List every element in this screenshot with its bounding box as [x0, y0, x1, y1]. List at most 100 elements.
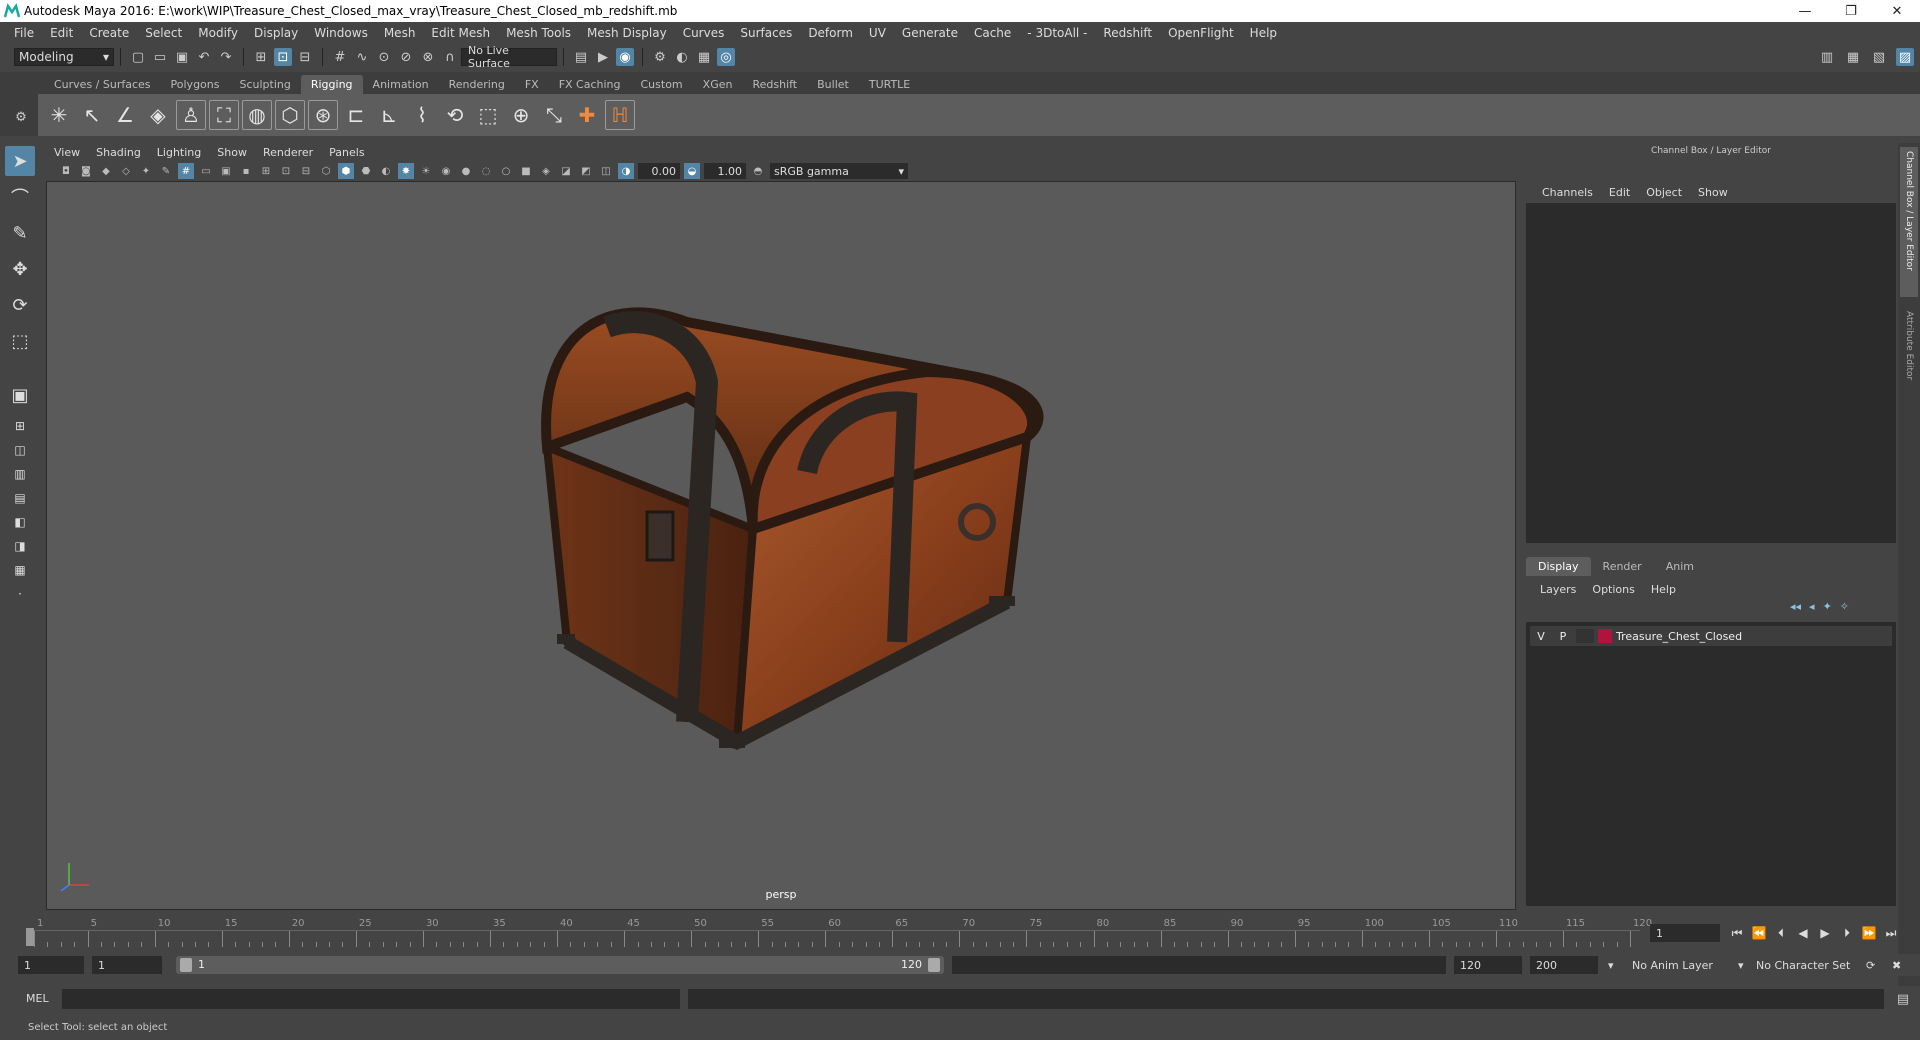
xray-icon[interactable]: ◈	[538, 163, 554, 179]
render-view-icon[interactable]: ▶	[594, 48, 612, 66]
channel-box-list[interactable]	[1526, 203, 1896, 543]
current-time-marker[interactable]	[26, 928, 34, 946]
anim-layer-dropdown[interactable]: No Anim Layer	[1628, 956, 1748, 974]
menu-edit-mesh[interactable]: Edit Mesh	[423, 26, 498, 40]
attribute-editor-icon[interactable]: ▦	[1844, 48, 1862, 66]
tool-settings-icon[interactable]: ▧	[1870, 48, 1888, 66]
select-component-icon[interactable]: ⊟	[296, 48, 314, 66]
open-scene-icon[interactable]: ▭	[151, 48, 169, 66]
layer-tab-display[interactable]: Display	[1526, 557, 1591, 576]
snap-grid-icon[interactable]: #	[331, 48, 349, 66]
exposure-field[interactable]: 0.00	[638, 163, 680, 179]
side-by-side-icon[interactable]: ◫	[5, 440, 35, 460]
new-empty-layer-icon[interactable]: ✦	[1823, 600, 1832, 613]
wireframe-on-shaded-icon[interactable]: ⬣	[358, 163, 374, 179]
render-sequence-icon[interactable]: ▦	[695, 48, 713, 66]
shelf-tab-rigging[interactable]: Rigging	[300, 75, 363, 94]
lasso-tool-icon[interactable]: ⌒	[5, 182, 35, 212]
smooth-shade-icon[interactable]: ⬢	[338, 163, 354, 179]
isolate-select-icon[interactable]: ■	[518, 163, 534, 179]
animation-prefs-icon[interactable]: ✖	[1888, 956, 1908, 974]
aim-constraint-icon[interactable]: ⊕	[506, 100, 536, 130]
time-slider[interactable]: 1 5 10 15 20 25 30 35 40 45 50 55 60 65 70 75 80 85 90 95 10…	[22, 916, 1652, 947]
layer-tab-render[interactable]: Render	[1591, 557, 1654, 576]
channel-box-menu-object[interactable]: Object	[1638, 186, 1690, 199]
channel-box-icon[interactable]: ▨	[1896, 48, 1914, 66]
command-input[interactable]	[62, 989, 680, 1009]
snap-point-icon[interactable]: ⊙	[375, 48, 393, 66]
menu-mesh-tools[interactable]: Mesh Tools	[498, 26, 579, 40]
viewport-menu-show[interactable]: Show	[209, 146, 255, 159]
shelf-tab-bullet[interactable]: Bullet	[807, 75, 859, 94]
select-object-icon[interactable]: ⊡	[274, 48, 292, 66]
magnet-icon[interactable]: ∩	[441, 48, 459, 66]
grease-pencil-icon[interactable]: ✎	[158, 163, 174, 179]
menu-set-selector[interactable]: Modeling ▾	[14, 48, 114, 66]
gamma-icon[interactable]: ◒	[684, 163, 700, 179]
textured-icon[interactable]: ◐	[378, 163, 394, 179]
shelf-tab-rendering[interactable]: Rendering	[439, 75, 515, 94]
current-frame-field[interactable]: 1	[1650, 924, 1720, 942]
hik-character-icon[interactable]: ℍ	[605, 100, 635, 130]
menu-cache[interactable]: Cache	[966, 26, 1019, 40]
menu-display[interactable]: Display	[246, 26, 306, 40]
orient-constraint-icon[interactable]: ⟲	[440, 100, 470, 130]
pole-vector-icon[interactable]: ⤡	[539, 100, 569, 130]
bind-skin-icon[interactable]: ⛶	[209, 100, 239, 130]
playback-end-field[interactable]: 120	[1454, 956, 1522, 974]
shelf-settings-icon[interactable]: ⚙	[12, 108, 30, 126]
field-chart-icon[interactable]: ⊞	[258, 163, 274, 179]
shelf-tab-fx[interactable]: FX	[515, 75, 549, 94]
ipr-render-icon[interactable]: ◉	[616, 48, 634, 66]
redshift-render-icon[interactable]: ◎	[717, 48, 735, 66]
live-surface-field[interactable]: No Live Surface	[461, 44, 557, 70]
parent-constraint-icon[interactable]: ⊾	[374, 100, 404, 130]
cluster-icon[interactable]: ⊛	[308, 100, 338, 130]
custom-layout-icon[interactable]: ▦	[5, 560, 35, 580]
menu-curves[interactable]: Curves	[675, 26, 733, 40]
move-layer-down-icon[interactable]: ◂	[1809, 600, 1815, 613]
construction-history-icon[interactable]: ▤	[572, 48, 590, 66]
menu-edit[interactable]: Edit	[42, 26, 81, 40]
exposure-icon[interactable]: ◑	[618, 163, 634, 179]
persp-graph-icon[interactable]: ▤	[5, 488, 35, 508]
depth-of-field-icon[interactable]: ○	[498, 163, 514, 179]
side-tab-channel-box[interactable]: Channel Box / Layer Editor	[1900, 147, 1918, 297]
layer-row[interactable]: V P Treasure_Chest_Closed	[1530, 626, 1892, 646]
paint-select-icon[interactable]: ✎	[5, 218, 35, 248]
channel-box-menu-channels[interactable]: Channels	[1534, 186, 1601, 199]
insert-joint-icon[interactable]: ↖	[77, 100, 107, 130]
lattice-icon[interactable]: ⬡	[275, 100, 305, 130]
range-start-handle[interactable]	[180, 958, 192, 972]
persp-viewport[interactable]: persp	[46, 181, 1516, 910]
step-forward-frame-icon[interactable]: ⏩	[1860, 924, 1878, 942]
menu-create[interactable]: Create	[81, 26, 137, 40]
shelf-tab-turtle[interactable]: TURTLE	[859, 75, 920, 94]
ik-handle-icon[interactable]: ∠	[110, 100, 140, 130]
ik-spline-icon[interactable]: ◈	[143, 100, 173, 130]
time-slider-track[interactable]: 1 5 10 15 20 25 30 35 40 45 50 55 60 65 70 75 80 85 90 95 10…	[30, 918, 1652, 947]
layer-menu-layers[interactable]: Layers	[1532, 583, 1584, 596]
shelf-tab-custom[interactable]: Custom	[631, 75, 693, 94]
layer-color-swatch[interactable]	[1598, 629, 1612, 643]
viewport-menu-shading[interactable]: Shading	[88, 146, 149, 159]
scale-tool-icon[interactable]: ⬚	[5, 326, 35, 356]
hypershade-icon[interactable]: ◐	[673, 48, 691, 66]
snap-curve-icon[interactable]: ∿	[353, 48, 371, 66]
layer-visibility-toggle[interactable]: V	[1530, 630, 1552, 643]
bookmark-icon[interactable]: ◆	[98, 163, 114, 179]
multisample-icon[interactable]: ◌	[478, 163, 494, 179]
motion-blur-icon[interactable]: ●	[458, 163, 474, 179]
smooth-bind-icon[interactable]: ◍	[242, 100, 272, 130]
point-constraint-icon[interactable]: ⌇	[407, 100, 437, 130]
camera-select-icon[interactable]: ◘	[58, 163, 74, 179]
render-settings-icon[interactable]: ⚙	[651, 48, 669, 66]
character-set-dropdown[interactable]: No Character Set	[1752, 956, 1862, 974]
command-language-label[interactable]: MEL	[26, 992, 49, 1005]
shelf-tab-redshift[interactable]: Redshift	[742, 75, 807, 94]
menu-redshift[interactable]: Redshift	[1095, 26, 1160, 40]
four-pane-icon[interactable]: ⊞	[5, 416, 35, 436]
layer-display-type[interactable]	[1576, 629, 1594, 643]
gate-mask-icon[interactable]: ▪	[238, 163, 254, 179]
channel-box-menu-show[interactable]: Show	[1690, 186, 1736, 199]
